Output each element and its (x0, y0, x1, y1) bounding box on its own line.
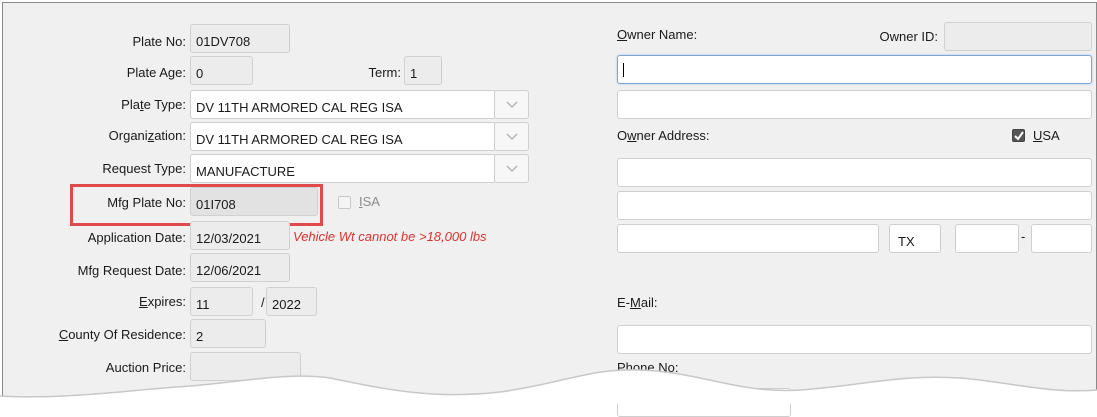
owner-address-line2-input[interactable] (617, 191, 1092, 220)
owner-address-label: Owner Address: (617, 128, 710, 143)
county-label: County Of Residence: (58, 327, 186, 342)
plate-form-panel: Plate No: 01DV708 Plate Age: 0 Term: 1 P… (2, 2, 1097, 417)
request-type-select[interactable]: MANUFACTURE (190, 154, 496, 183)
owner-name-line1-input[interactable] (617, 55, 1092, 84)
term-field[interactable]: 1 (404, 56, 442, 85)
owner-zip-ext-input[interactable] (1031, 224, 1092, 253)
zip-separator: - (1021, 229, 1026, 244)
plate-type-label: Plate Type: (121, 97, 186, 112)
expires-year-field[interactable]: 2022 (266, 287, 317, 316)
request-type-dropdown-button[interactable] (494, 154, 529, 183)
expires-month-field[interactable]: 11 (190, 287, 253, 316)
owner-zip-input[interactable] (955, 224, 1019, 253)
request-type-label: Request Type: (102, 161, 186, 176)
plate-type-dropdown-button[interactable] (494, 90, 529, 119)
owner-id-field[interactable] (944, 22, 1092, 51)
plate-no-label: Plate No: (132, 34, 186, 49)
chevron-down-icon (506, 101, 518, 109)
usa-label: USA (1033, 128, 1060, 143)
owner-name-line2-input[interactable] (617, 90, 1092, 119)
chevron-down-icon (506, 133, 518, 141)
owner-city-input[interactable] (617, 224, 879, 253)
term-label: Term: (368, 65, 402, 80)
vehicle-weight-error-message: Vehicle Wt cannot be >18,000 lbs (293, 229, 487, 244)
application-date-field[interactable]: 12/03/2021 (190, 221, 290, 250)
owner-state-input[interactable]: TX (889, 224, 941, 253)
usa-checkbox[interactable] (1012, 129, 1025, 142)
plate-no-field[interactable]: 01DV708 (190, 24, 290, 53)
torn-edge-decoration (0, 369, 1097, 404)
county-field[interactable]: 2 (190, 319, 266, 348)
organization-label: Organization: (108, 128, 186, 143)
mfg-request-date-label: Mfg Request Date: (77, 263, 186, 278)
organization-dropdown-button[interactable] (494, 122, 529, 151)
text-caret (623, 63, 624, 77)
email-label: E-Mail: (617, 295, 658, 310)
mfg-request-date-field[interactable]: 12/06/2021 (190, 253, 290, 282)
plate-type-select[interactable]: DV 11TH ARMORED CAL REG ISA (190, 90, 496, 119)
chevron-down-icon (506, 165, 518, 173)
application-date-label: Application Date: (87, 230, 186, 245)
owner-id-label: Owner ID: (879, 29, 938, 44)
organization-select[interactable]: DV 11TH ARMORED CAL REG ISA (190, 122, 496, 151)
email-input[interactable] (617, 325, 1092, 354)
owner-address-line1-input[interactable] (617, 158, 1092, 187)
checkmark-icon (1014, 131, 1024, 141)
mfg-plate-no-field[interactable]: 01I708 (190, 187, 318, 216)
expires-separator: / (261, 295, 265, 310)
mfg-plate-no-label: Mfg Plate No: (107, 195, 186, 210)
plate-age-label: Plate Age: (126, 65, 186, 80)
owner-name-label: Owner Name: (617, 27, 698, 42)
isa-label: ISA (359, 194, 380, 209)
expires-label: Expires: (139, 294, 186, 309)
isa-checkbox[interactable] (338, 196, 351, 209)
plate-age-field[interactable]: 0 (190, 56, 253, 85)
